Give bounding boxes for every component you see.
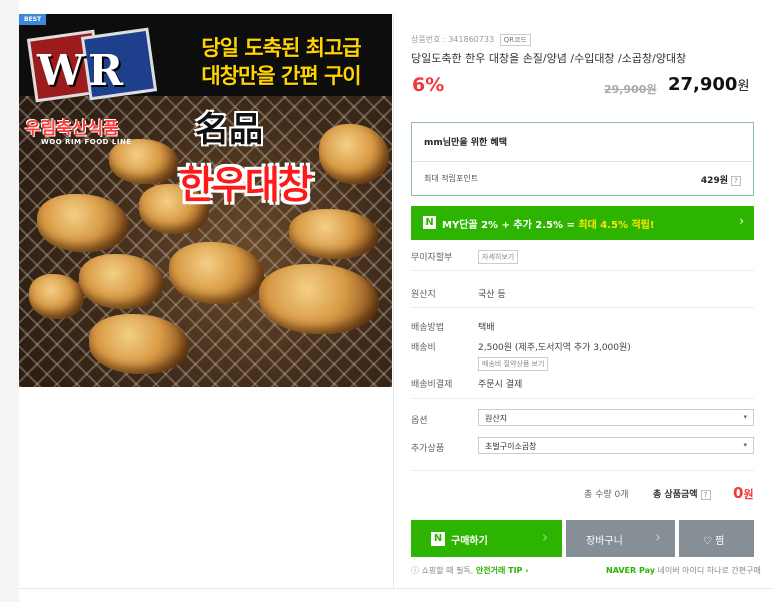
row-divider [411, 270, 754, 271]
total-amount-value: 0 [733, 484, 744, 502]
free-ship-wrap: 배송비 절약상품 보기 [478, 357, 549, 371]
total-amount-unit: 원 [743, 488, 754, 501]
total-quantity: 총 수량 0개 [584, 490, 629, 500]
image-headline: 당일 도축된 최고급 대창만을 간편 구이 [175, 34, 387, 90]
brand-logo: WR [26, 27, 163, 103]
addon-select[interactable]: 초벌구이소곱창 ▾ [478, 437, 754, 454]
origin-label: 원산지 [411, 290, 436, 300]
left-gutter [0, 0, 19, 602]
my-banner-text: MY단골 2% + 추가 2.5% = 최대 4.5% 적립! [442, 216, 654, 231]
free-ship-button[interactable]: 배송비 절약상품 보기 [478, 357, 549, 371]
cart-button-label: 장바구니 [586, 536, 623, 547]
naver-pay-logo: NAVER Pay [606, 566, 655, 575]
my-regular-banner[interactable]: N MY단골 2% + 추가 2.5% = 최대 4.5% 적립! › [411, 206, 754, 240]
total-amount-label: 총 상품금액 [653, 490, 698, 500]
sale-price-unit: 원 [737, 79, 750, 94]
installment-detail-button[interactable]: 자세히보기 [478, 250, 519, 264]
sale-price: 27,900원 [668, 74, 749, 95]
discount-rate: 6% [412, 74, 445, 96]
benefit-title: mm님만을 위한 혜택 [424, 138, 507, 148]
shipping-method-label: 배송방법 [411, 323, 445, 333]
product-image[interactable]: BEST WR 당일 도축된 최고급 대창만을 간편 구이 우림축산식품 WOO… [19, 14, 392, 387]
safe-trade-tip-link[interactable]: 안전거래 TIP › [476, 566, 529, 575]
row-divider [411, 470, 754, 471]
installment-value: 자세히보기 [478, 250, 519, 264]
product-big-name: 한우대창 [179, 163, 313, 207]
option-select[interactable]: 원산지 ▾ [478, 409, 754, 426]
chevron-down-icon: ▾ [743, 441, 747, 449]
help-icon[interactable]: ? [731, 176, 741, 186]
total-amount-label-group: 총 상품금액? [653, 487, 711, 500]
product-title: 당일도축한 한우 대창을 손질/양념 /수입대창 /소곱창/양대창 [411, 52, 687, 65]
qr-code-button[interactable]: QR코드 [499, 34, 531, 46]
help-icon[interactable]: ? [700, 490, 711, 500]
safe-trade-notice[interactable]: ⓘ 쇼핑할 때 필독, 안전거래 TIP › [411, 565, 529, 576]
point-value-group: 429원? [701, 173, 741, 186]
shipping-method-value: 택배 [478, 323, 495, 333]
row-divider [411, 398, 754, 399]
addon-label: 추가상품 [411, 444, 445, 454]
naver-n-icon: N [423, 216, 436, 229]
product-meta: 상품번호 : 341860733 QR코드 [411, 34, 531, 46]
wish-button-label: ♡ 찜 [703, 536, 725, 547]
chevron-right-icon: › [739, 214, 744, 228]
hanja-text: 名品 [195, 110, 263, 150]
naver-n-icon: N [431, 532, 445, 546]
wish-button[interactable]: ♡ 찜 [679, 520, 754, 557]
point-label: 최대 적립포인트 [424, 174, 479, 183]
chevron-right-icon: › [655, 528, 661, 546]
option-selected-value: 원산지 [485, 414, 508, 423]
brand-name-kr: 우림축산식품 [25, 119, 119, 139]
bottom-divider [19, 588, 773, 589]
vertical-divider [393, 14, 394, 588]
product-number: 상품번호 : 341860733 [411, 35, 495, 44]
headline-line2: 대창만을 간편 구이 [201, 64, 361, 88]
benefit-separator [412, 161, 753, 162]
naver-pay-notice: NAVER Pay 네이버 아이디 하나로 간편구매 [606, 565, 761, 576]
my-banner-prefix: MY단골 2% + 추가 2.5% = [442, 220, 579, 231]
shipping-payment-value: 주문시 결제 [478, 380, 523, 390]
sale-price-value: 27,900 [668, 74, 738, 95]
best-badge: BEST [19, 14, 47, 25]
origin-value: 국산 등 [478, 290, 506, 300]
buy-button[interactable]: N 구매하기 › [411, 520, 562, 557]
shipping-fee-value: 2,500원 (제주,도서지역 추가 3,000원) [478, 343, 631, 353]
benefit-box: mm님만을 위한 혜택 최대 적립포인트 429원? [411, 122, 754, 196]
safe-trade-prefix: 쇼핑할 때 필독, [421, 566, 476, 575]
shipping-payment-label: 배송비결제 [411, 380, 453, 390]
logo-text: WR [37, 46, 128, 95]
option-label: 옵션 [411, 416, 428, 426]
addon-selected-value: 초벌구이소곱창 [485, 442, 537, 451]
chevron-right-icon: › [542, 528, 548, 546]
buy-button-label: 구매하기 [451, 536, 488, 547]
my-banner-highlight: 최대 4.5% 적립! [578, 220, 655, 231]
cart-button[interactable]: 장바구니 › [566, 520, 675, 557]
chevron-down-icon: ▾ [743, 413, 747, 421]
row-divider [411, 307, 754, 308]
naver-pay-description: 네이버 아이디 하나로 간편구매 [657, 566, 761, 575]
info-icon: ⓘ [411, 566, 419, 575]
brand-name-en: WOO RIM FOOD LINE [41, 138, 132, 146]
installment-label: 무이자할부 [411, 253, 453, 263]
original-price: 29,900원 [604, 83, 657, 96]
point-value: 429원 [700, 176, 728, 186]
shipping-fee-label: 배송비 [411, 343, 436, 353]
total-amount: 0원 [733, 484, 754, 502]
headline-line1: 당일 도축된 최고급 [201, 36, 361, 60]
